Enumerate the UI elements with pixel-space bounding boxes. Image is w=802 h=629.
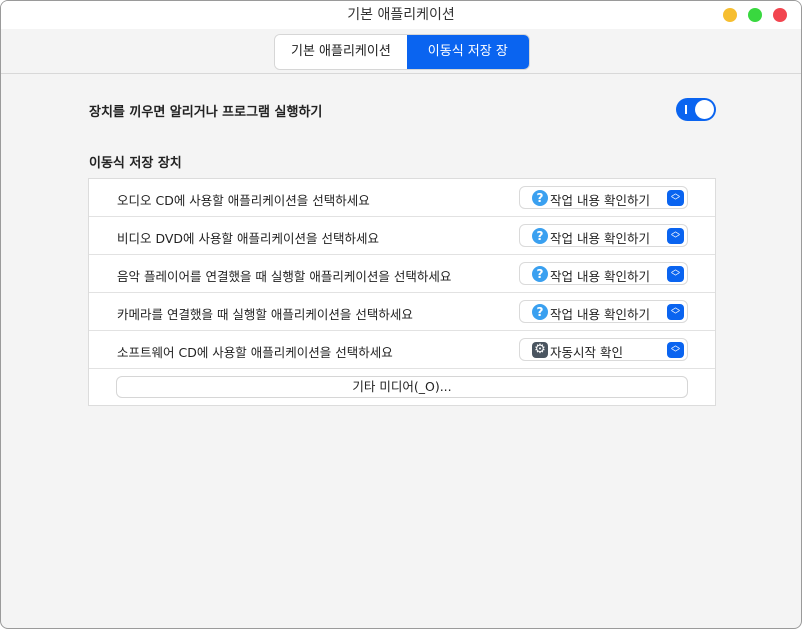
action-dropdown[interactable]: ⚙ 자동시작 확인 ︿ ﹀ [519, 338, 688, 361]
other-media-button[interactable]: 기타 미디어(_O)... [116, 376, 688, 398]
chevron-up-down-icon: ︿ ﹀ [667, 266, 684, 283]
tab-removable-storage[interactable]: 이동식 저장 장치 [406, 35, 529, 69]
maximize-button[interactable] [748, 8, 762, 22]
row-label: 음악 플레이어를 연결했을 때 실행할 애플리케이션을 선택하세요 [117, 269, 452, 284]
title-bar: 기본 애플리케이션 [1, 1, 801, 29]
question-icon: ? [532, 266, 548, 282]
action-dropdown[interactable]: ? 작업 내용 확인하기 ︿ ﹀ [519, 300, 688, 323]
row-label: 카메라를 연결했을 때 실행할 애플리케이션을 선택하세요 [117, 307, 413, 322]
list-item: 카메라를 연결했을 때 실행할 애플리케이션을 선택하세요 ? 작업 내용 확인하… [89, 293, 715, 331]
question-icon: ? [532, 190, 548, 206]
minimize-button[interactable] [723, 8, 737, 22]
dropdown-value: 작업 내용 확인하기 [550, 193, 650, 208]
section-title: 이동식 저장 장치 [89, 156, 182, 171]
dropdown-value: 작업 내용 확인하기 [550, 307, 650, 322]
row-label: 소프트웨어 CD에 사용할 애플리케이션을 선택하세요 [117, 345, 393, 360]
question-icon: ? [532, 304, 548, 320]
action-dropdown[interactable]: ? 작업 내용 확인하기 ︿ ﹀ [519, 224, 688, 247]
list-item: 비디오 DVD에 사용할 애플리케이션을 선택하세요 ? 작업 내용 확인하기 ︿ ﹀ [89, 217, 715, 255]
action-dropdown[interactable]: ? 작업 내용 확인하기 ︿ ﹀ [519, 262, 688, 285]
dropdown-value: 작업 내용 확인하기 [550, 269, 650, 284]
gear-icon: ⚙ [532, 342, 548, 358]
dropdown-value: 작업 내용 확인하기 [550, 231, 650, 246]
other-media-row: 기타 미디어(_O)... [89, 369, 715, 407]
autorun-toggle[interactable] [676, 98, 716, 121]
tab-default-applications[interactable]: 기본 애플리케이션 [275, 35, 407, 69]
row-label: 오디오 CD에 사용할 애플리케이션을 선택하세요 [117, 193, 370, 208]
action-dropdown[interactable]: ? 작업 내용 확인하기 ︿ ﹀ [519, 186, 688, 209]
tab-bar: 기본 애플리케이션 이동식 저장 장치 [1, 29, 801, 74]
autorun-label: 장치를 끼우면 알리거나 프로그램 실행하기 [89, 105, 323, 120]
media-list: 오디오 CD에 사용할 애플리케이션을 선택하세요 ? 작업 내용 확인하기 ︿ ﹀ … [88, 178, 716, 406]
chevron-up-down-icon: ︿ ﹀ [667, 342, 684, 359]
list-item: 음악 플레이어를 연결했을 때 실행할 애플리케이션을 선택하세요 ? 작업 내용… [89, 255, 715, 293]
window-title: 기본 애플리케이션 [347, 7, 455, 23]
list-item: 오디오 CD에 사용할 애플리케이션을 선택하세요 ? 작업 내용 확인하기 ︿ ﹀ [89, 179, 715, 217]
window: 기본 애플리케이션 기본 애플리케이션 이동식 저장 장치 장치를 끼우면 알리… [0, 0, 802, 629]
dropdown-value: 자동시작 확인 [550, 345, 623, 360]
row-label: 비디오 DVD에 사용할 애플리케이션을 선택하세요 [117, 231, 379, 246]
chevron-up-down-icon: ︿ ﹀ [667, 190, 684, 207]
chevron-up-down-icon: ︿ ﹀ [667, 228, 684, 245]
close-button[interactable] [773, 8, 787, 22]
chevron-up-down-icon: ︿ ﹀ [667, 304, 684, 321]
question-icon: ? [532, 228, 548, 244]
list-item: 소프트웨어 CD에 사용할 애플리케이션을 선택하세요 ⚙ 자동시작 확인 ︿ ﹀ [89, 331, 715, 369]
